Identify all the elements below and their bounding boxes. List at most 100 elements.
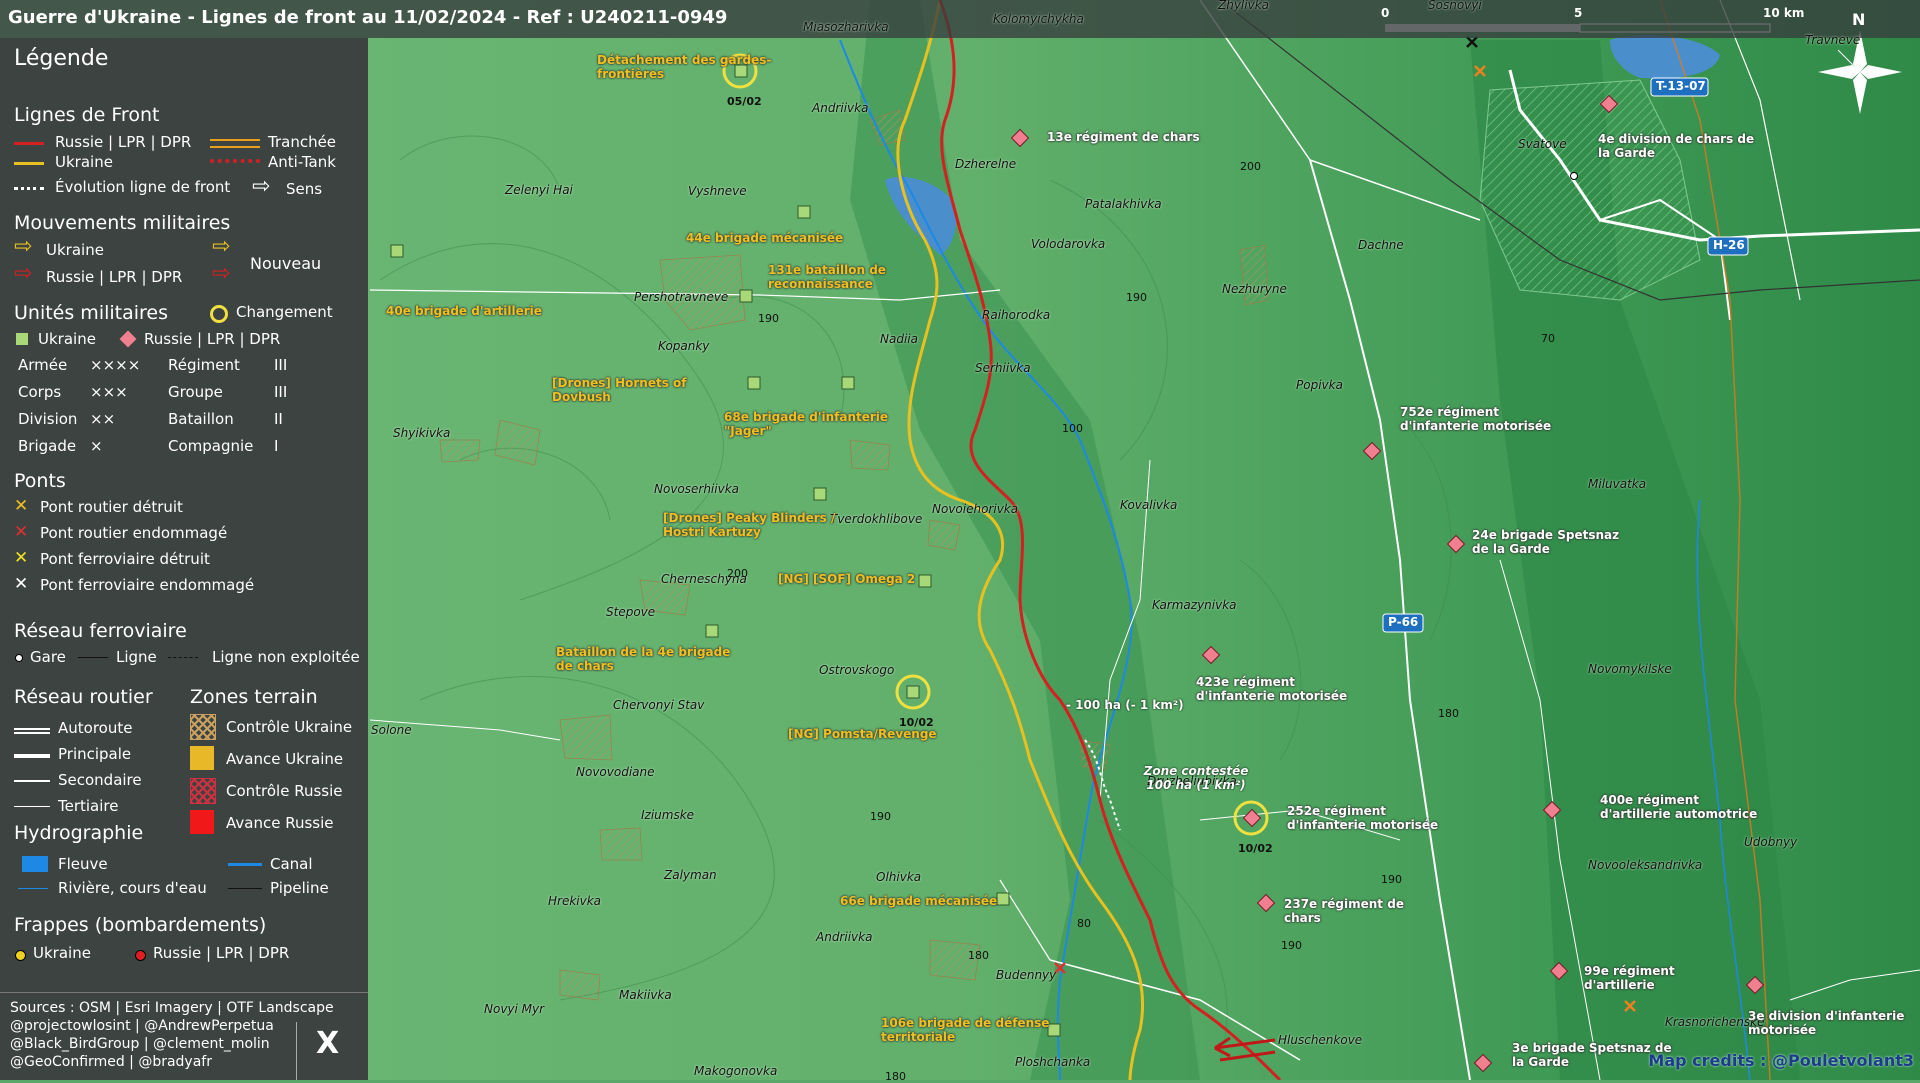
place-label: Svatove [1518,137,1567,151]
place-label: Novyi Myr [484,1002,545,1016]
unit-size-symbol: ××× [90,383,128,401]
road-label: Autoroute [58,719,133,737]
zone-label: Avance Ukraine [226,750,344,768]
pipeline-label: Pipeline [270,879,329,897]
place-label: Tverdokhlibove [830,512,923,526]
place-label: Novooleksandrivka [1588,858,1703,872]
antitank-label: Anti-Tank [268,153,336,171]
place-label: Kopanky [658,339,710,353]
elevation-label: 200 [727,567,748,580]
road-swatch [14,754,50,758]
front-lines-heading: Lignes de Front [14,104,160,126]
unit-size-name: Division [18,410,78,428]
place-label: Shyikivka [393,426,451,440]
rail-line-label: Ligne [116,648,157,666]
russia-unit-label: 24e brigade Spetsnaz de la Garde [1472,528,1620,556]
russia-unit-label: 752e régiment d'infanterie motorisée [1400,405,1552,433]
road-swatch [14,806,50,807]
legend-title: Légende [14,46,109,71]
place-label: Kolomyichykha [993,12,1084,26]
place-label: Patalakhivka [1085,197,1162,211]
road-label: Tertiaire [58,797,119,815]
unit-change-date: 05/02 [727,95,762,108]
hydro-heading: Hydrographie [14,822,144,844]
change-label: Changement [236,303,333,321]
elevation-label: 190 [1381,873,1402,886]
unit-size-symbol: III [274,356,288,374]
russia-line-swatch [14,142,44,145]
ukraine-unit-swatch [16,333,28,345]
place-label: Olhivka [876,870,922,884]
place-label: Makogonovka [694,1064,778,1078]
river-label: Rivière, cours d'eau [58,879,207,897]
bridge-icon: ✕ [14,496,29,516]
elevation-label: 180 [1438,707,1459,720]
elevation-label: 100 [1062,422,1083,435]
russia-arrow-icon: ⇨ [14,261,33,286]
place-label: Travneve [1805,33,1861,47]
bridge-label: Pont routier endommagé [40,524,228,542]
canal-swatch [228,863,262,866]
place-label: Raihorodka [982,308,1051,322]
ukraine-line-swatch [14,162,44,165]
elevation-label: 190 [758,312,779,325]
elevation-label: 190 [1126,291,1147,304]
road-swatch [14,780,50,782]
zone-swatch [190,746,214,770]
direction-arrow-icon: ⇨ [252,174,271,199]
unit-size-name: Régiment [168,356,240,374]
source-line: @Black_BirdGroup | @clement_molin [10,1036,270,1052]
units-ukraine-label: Ukraine [38,330,96,348]
map-title: Guerre d'Ukraine - Lignes de front au 11… [8,7,728,28]
place-label: Iziumske [641,808,695,822]
movement-russia-label: Russie | LPR | DPR [46,268,183,286]
road-label-p66: P-66 [1388,615,1419,629]
ukraine-unit-marker [739,289,753,303]
railway-station [1570,172,1578,180]
place-label: Karmazynivka [1152,598,1237,612]
rail-unused-label: Ligne non exploitée [212,648,360,666]
elevation-label: 80 [1077,917,1091,930]
north-label: N [1852,10,1866,29]
trench-swatch [210,139,260,148]
zones-heading: Zones terrain [190,686,318,708]
change-swatch [210,305,228,323]
x-logo-icon[interactable]: X [316,1026,339,1061]
rail-line-swatch [78,657,108,658]
bridges-heading: Ponts [14,470,66,492]
ukraine-unit-label: 68e brigade d'infanterie "Jager" [724,410,889,438]
canal-label: Canal [270,855,313,873]
place-label: Zalyman [664,868,717,882]
road-label-t1307: T-13-07 [1656,79,1706,93]
place-label: Volodarovka [1031,237,1106,251]
place-label: Stepove [606,605,656,619]
bridge-icon: ✕ [14,548,29,568]
place-label: Serhiivka [975,361,1031,375]
place-label: Novoserhiivka [654,482,740,496]
unit-size-symbol: ×× [90,410,116,428]
river-big-swatch [22,856,48,872]
ukraine-unit-label: [Drones] Peaky Blinders / Hostri Kartuzy [663,511,836,539]
road-label: Principale [58,745,132,763]
evolution-label: Évolution ligne de front [55,178,231,196]
russia-unit-label: 3e division d'infanterie motorisée [1748,1009,1905,1037]
russia-line-label: Russie | LPR | DPR [55,133,192,151]
unit-size-name: Brigade [18,437,77,455]
strike-russia-label: Russie | LPR | DPR [153,944,290,962]
antitank-swatch [210,159,260,163]
place-label: Sosnovyi [1428,0,1482,12]
road-swatch [14,728,50,734]
zone-swatch [190,778,216,804]
unit-size-name: Armée [18,356,68,374]
new-ukraine-arrow-icon: ⇨ [212,234,231,259]
zone-swatch [190,714,216,740]
scale-label-10: 10 km [1763,6,1805,20]
rail-unused-swatch [168,657,198,658]
unit-size-symbol: I [274,437,279,455]
ukraine-unit-marker [705,624,719,638]
unit-size-name: Corps [18,383,62,401]
russia-unit-swatch [119,330,137,348]
unit-size-name: Compagnie [168,437,254,455]
unit-size-symbol: × [90,437,103,455]
zone-label: Avance Russie [226,814,334,832]
